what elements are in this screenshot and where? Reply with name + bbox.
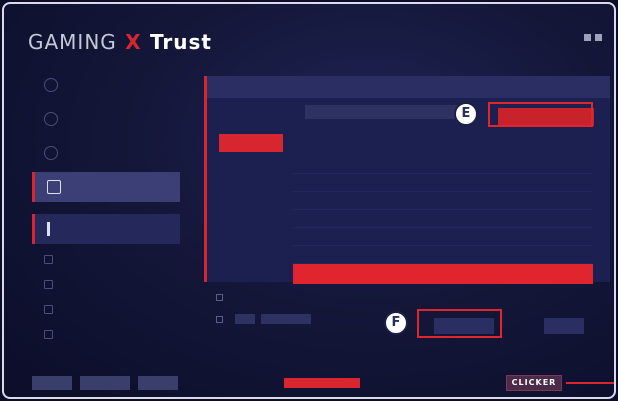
page-6[interactable] — [490, 296, 496, 304]
callout-box-e — [488, 102, 593, 127]
bar-icon — [47, 222, 50, 236]
sidebar-item-active[interactable] — [32, 172, 180, 202]
sidebar-item-3[interactable] — [32, 138, 180, 168]
checkbox[interactable] — [216, 315, 223, 323]
window-controls — [584, 34, 602, 41]
close-button[interactable] — [595, 34, 602, 41]
repeat-mode-field[interactable] — [261, 314, 311, 324]
table-row-selected[interactable] — [293, 264, 593, 284]
checkbox[interactable] — [216, 294, 223, 301]
repeat-count-field[interactable] — [235, 314, 255, 324]
callout-badge-e: E — [454, 102, 478, 126]
item-icon — [44, 279, 53, 289]
macro-icon — [47, 180, 61, 194]
profile-button-2[interactable] — [80, 376, 130, 390]
minimize-button[interactable] — [584, 34, 591, 41]
cancel-button[interactable] — [544, 318, 584, 334]
table-header — [293, 144, 593, 156]
table-row[interactable] — [293, 246, 593, 264]
footer-stripe — [566, 382, 614, 384]
profile-buttons — [32, 376, 178, 390]
item-icon — [44, 254, 53, 264]
sidebar-subitem-3[interactable] — [32, 273, 180, 295]
panel-header — [207, 76, 610, 98]
item-icon — [44, 329, 53, 339]
app-window: GAMING X Trust CLICKER — [2, 2, 616, 399]
page-1[interactable] — [430, 296, 436, 304]
item-icon — [44, 304, 53, 314]
brand-trust: Trust — [149, 30, 212, 54]
menu-icon — [44, 78, 58, 92]
sidebar-subitem-selected[interactable] — [32, 214, 180, 244]
page-3[interactable] — [454, 296, 460, 304]
callout-box-f — [417, 309, 502, 338]
pager — [430, 296, 496, 304]
table-row[interactable] — [293, 228, 593, 246]
macro-table — [293, 144, 593, 284]
table-row[interactable] — [293, 156, 593, 174]
sidebar-subitem-5[interactable] — [32, 323, 180, 345]
table-row[interactable] — [293, 192, 593, 210]
brand-logo: GAMING X Trust — [28, 30, 212, 54]
brand-x: X — [125, 30, 142, 54]
option-row-1[interactable] — [216, 294, 229, 301]
option-row-2 — [216, 314, 311, 324]
table-row[interactable] — [293, 210, 593, 228]
sidebar-subitem-2[interactable] — [32, 248, 180, 270]
brand-gaming: GAMING — [28, 30, 117, 54]
menu-icon — [44, 146, 58, 160]
page-2[interactable] — [442, 296, 448, 304]
callout-badge-f: F — [384, 311, 408, 335]
record-button[interactable] — [219, 134, 283, 152]
footer-link[interactable] — [284, 378, 360, 388]
sidebar-item-2[interactable] — [32, 104, 180, 134]
menu-icon — [44, 112, 58, 126]
profile-button-1[interactable] — [32, 376, 72, 390]
sidebar — [32, 70, 180, 348]
page-4[interactable] — [466, 296, 472, 304]
footer-logo: CLICKER — [506, 375, 562, 391]
table-row[interactable] — [293, 174, 593, 192]
page-5[interactable] — [478, 296, 484, 304]
profile-button-3[interactable] — [138, 376, 178, 390]
sidebar-item-1[interactable] — [32, 70, 180, 100]
macro-select[interactable] — [305, 105, 465, 119]
sidebar-subitem-4[interactable] — [32, 298, 180, 320]
